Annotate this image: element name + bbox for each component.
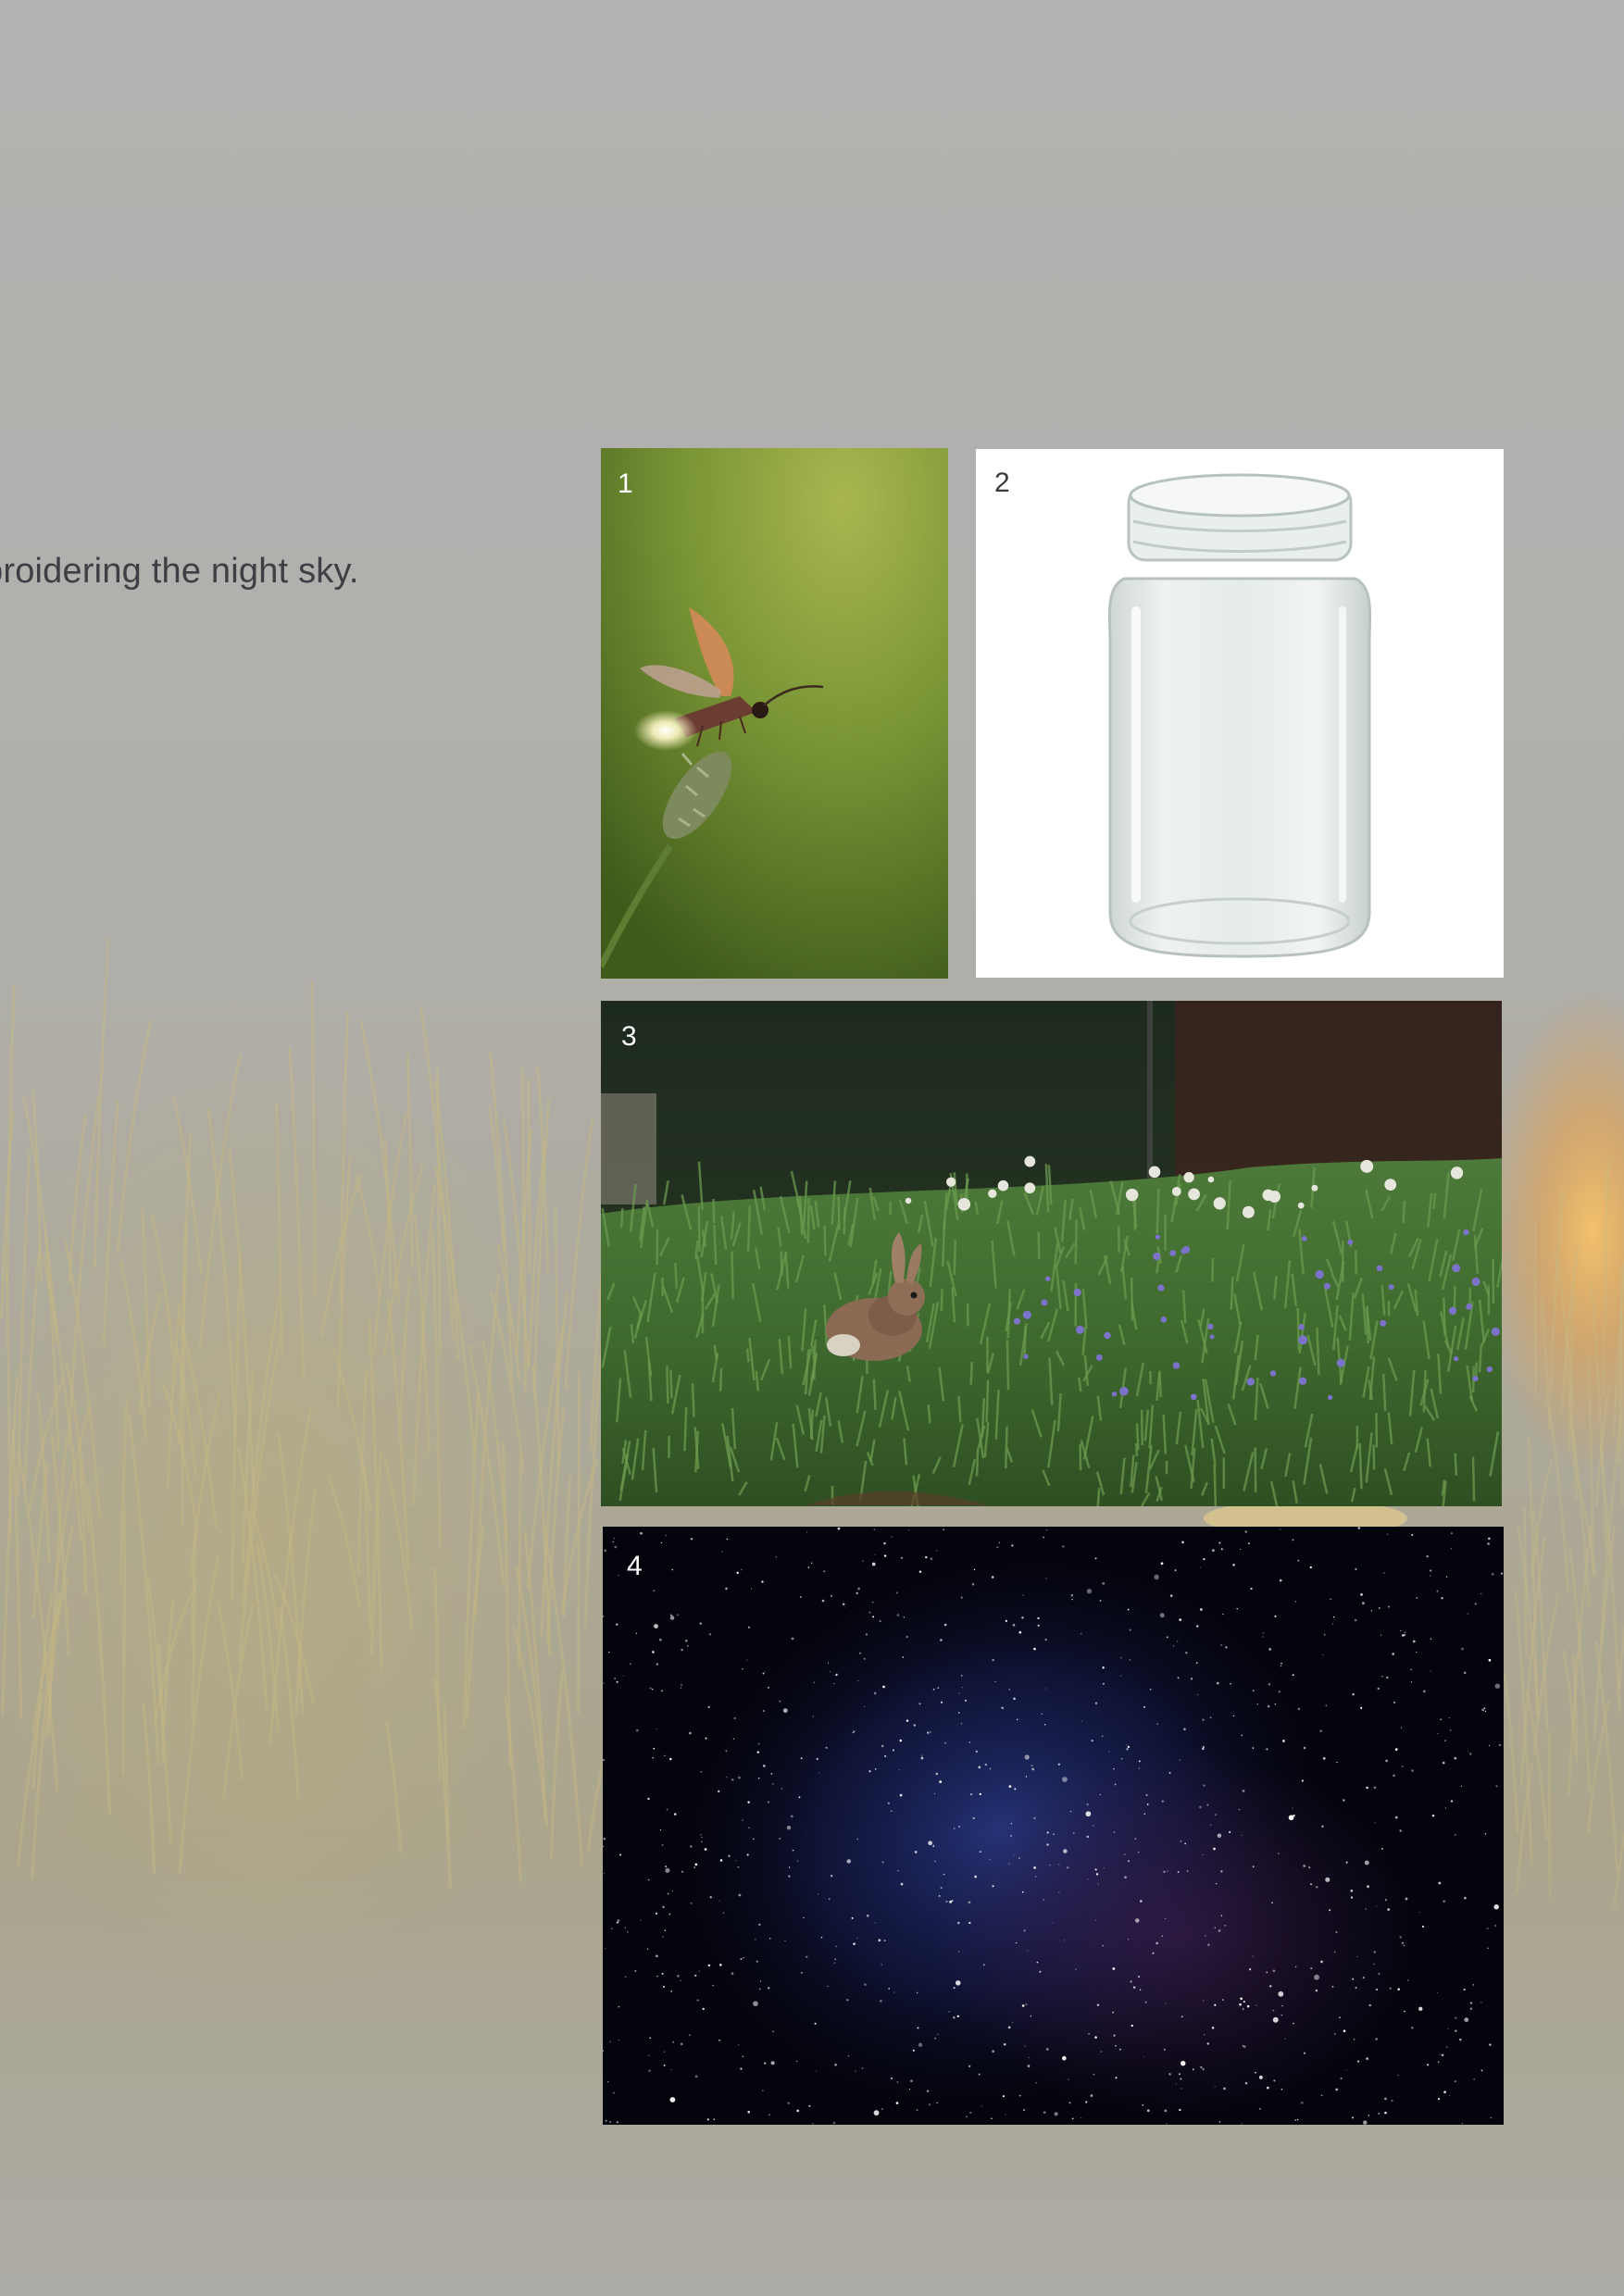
caption-text: broidering the night sky. (0, 552, 359, 591)
glass-jar-image (1107, 473, 1372, 958)
photo-tile-rabbit: 3 (601, 1001, 1502, 1506)
photo-tile-jar: 2 (976, 449, 1504, 978)
photo-number: 4 (627, 1551, 643, 1581)
photo-number: 3 (621, 1021, 637, 1052)
firefly-image (601, 448, 948, 979)
starry-sky-image (603, 1527, 1504, 2125)
photo-tile-starry-sky: 4 (603, 1527, 1504, 2125)
photo-tile-firefly: 1 (601, 448, 948, 979)
photo-number: 1 (618, 468, 633, 499)
photo-number: 2 (994, 468, 1010, 498)
rabbit-in-grass-image (601, 1001, 1502, 1506)
